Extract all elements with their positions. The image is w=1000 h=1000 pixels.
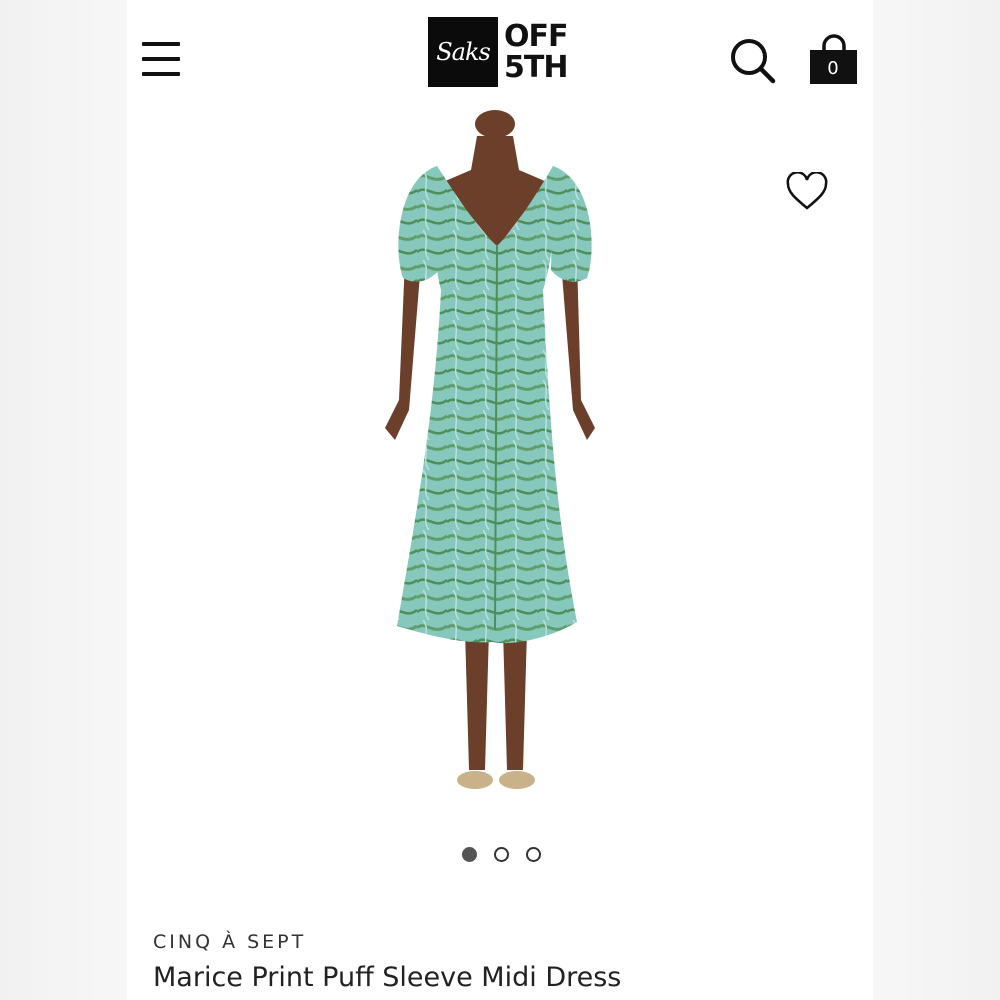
carousel-dot-3[interactable] xyxy=(526,847,541,862)
heart-icon[interactable] xyxy=(785,171,829,212)
logo-script: Saks xyxy=(428,17,498,87)
shopping-bag-icon[interactable]: 0 xyxy=(808,34,860,86)
saks-off-5th-logo[interactable]: Saks OFF 5TH xyxy=(428,17,568,87)
logo-line-2: 5TH xyxy=(504,50,568,85)
carousel-indicator xyxy=(462,847,541,862)
logo-wordmark: OFF 5TH xyxy=(504,21,568,83)
product-brand[interactable]: CINQ À SEPT xyxy=(153,931,306,953)
hamburger-menu-icon[interactable] xyxy=(142,42,182,78)
carousel-dot-1[interactable] xyxy=(462,847,477,862)
product-title: Marice Print Puff Sleeve Midi Dress xyxy=(153,962,622,993)
carousel-dot-2[interactable] xyxy=(494,847,509,862)
search-icon[interactable] xyxy=(730,38,776,84)
mobile-page: Saks OFF 5TH 0 CINQ À SEPT Marice Print … xyxy=(127,0,873,1000)
logo-line-1: OFF xyxy=(504,19,568,54)
bag-count: 0 xyxy=(827,58,839,79)
product-image[interactable] xyxy=(357,110,627,800)
